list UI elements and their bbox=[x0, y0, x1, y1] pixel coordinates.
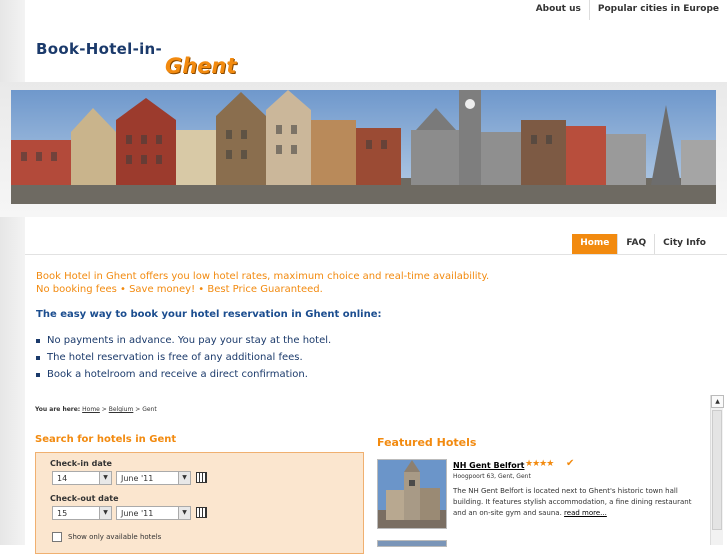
checkout-month-select[interactable]: June '11 ▼ bbox=[116, 506, 191, 520]
checkin-label: Check-in date bbox=[50, 459, 112, 468]
list-item: The hotel reservation is free of any add… bbox=[36, 349, 331, 366]
list-item: Book a hotelroom and receive a direct co… bbox=[36, 366, 331, 383]
scrollbar-thumb[interactable] bbox=[712, 410, 722, 530]
ghent-banner-image bbox=[11, 90, 716, 204]
breadcrumb-prefix: You are here: bbox=[35, 406, 81, 413]
breadcrumb: You are here: Home > Belgium > Gent bbox=[35, 406, 157, 413]
chevron-down-icon: ▼ bbox=[178, 507, 190, 519]
scrollbar[interactable]: ▲ bbox=[710, 395, 724, 545]
list-item-text: The hotel reservation is free of any add… bbox=[47, 352, 303, 363]
checkout-day-select[interactable]: 15 ▼ bbox=[52, 506, 112, 520]
scroll-up-icon[interactable]: ▲ bbox=[711, 395, 724, 408]
about-us-link[interactable]: About us bbox=[528, 0, 589, 20]
nav-home[interactable]: Home bbox=[572, 234, 618, 254]
site-logo[interactable]: Book-Hotel-in- bbox=[36, 40, 162, 58]
breadcrumb-belgium[interactable]: Belgium bbox=[109, 406, 134, 413]
checkin-month-select[interactable]: June '11 ▼ bbox=[116, 471, 191, 485]
bullet-icon bbox=[36, 338, 40, 343]
available-only-label: Show only available hotels bbox=[68, 533, 162, 541]
chevron-down-icon: ▼ bbox=[99, 472, 111, 484]
available-only-checkbox[interactable]: Show only available hotels bbox=[52, 532, 161, 542]
section-headline: The easy way to book your hotel reservat… bbox=[36, 309, 382, 320]
chevron-down-icon: ▼ bbox=[178, 472, 190, 484]
featured-hotels-title: Featured Hotels bbox=[377, 436, 477, 449]
list-item-text: Book a hotelroom and receive a direct co… bbox=[47, 369, 308, 380]
hotel-thumbnail[interactable] bbox=[377, 540, 447, 547]
search-title: Search for hotels in Gent bbox=[35, 434, 177, 445]
breadcrumb-separator: > bbox=[135, 406, 141, 413]
checkout-month-value: June '11 bbox=[121, 509, 154, 518]
list-item-text: No payments in advance. You pay your sta… bbox=[47, 335, 332, 346]
bullet-icon bbox=[36, 355, 40, 360]
intro-text: Book Hotel in Ghent offers you low hotel… bbox=[36, 270, 489, 296]
breadcrumb-separator: > bbox=[101, 406, 107, 413]
featured-hotel-card-partial bbox=[377, 540, 707, 550]
checkbox-box[interactable] bbox=[52, 532, 62, 542]
bullet-icon bbox=[36, 372, 40, 377]
checkout-day-value: 15 bbox=[57, 509, 68, 518]
checkin-day-select[interactable]: 14 ▼ bbox=[52, 471, 112, 485]
hotel-star-rating: ★★★★ bbox=[525, 459, 554, 469]
intro-line-1: Book Hotel in Ghent offers you low hotel… bbox=[36, 271, 490, 282]
hotel-address: Hoogpoort 63, Gent, Gent bbox=[453, 473, 531, 480]
checkout-label: Check-out date bbox=[50, 494, 119, 503]
breadcrumb-current: Gent bbox=[142, 406, 157, 413]
chevron-down-icon: ▼ bbox=[99, 507, 111, 519]
benefits-list: No payments in advance. You pay your sta… bbox=[36, 332, 331, 383]
list-item: No payments in advance. You pay your sta… bbox=[36, 332, 331, 349]
calendar-icon[interactable] bbox=[196, 507, 207, 518]
hotel-description: The NH Gent Belfort is located next to G… bbox=[453, 486, 693, 519]
nav-divider bbox=[25, 254, 727, 255]
top-navigation: About us Popular cities in Europe bbox=[528, 0, 727, 20]
calendar-icon[interactable] bbox=[196, 472, 207, 483]
main-navigation: Home FAQ City Info bbox=[572, 234, 714, 254]
hotel-thumbnail[interactable] bbox=[377, 459, 447, 529]
hotel-name-link[interactable]: NH Gent Belfort bbox=[453, 461, 524, 470]
nav-city-info[interactable]: City Info bbox=[654, 234, 714, 254]
intro-line-2: No booking fees • Save money! • Best Pri… bbox=[36, 284, 323, 295]
search-form: Check-in date 14 ▼ June '11 ▼ Check-out … bbox=[35, 452, 364, 554]
breadcrumb-home[interactable]: Home bbox=[82, 406, 100, 413]
nav-faq[interactable]: FAQ bbox=[617, 234, 654, 254]
checkin-day-value: 14 bbox=[57, 474, 68, 483]
site-logo-city[interactable]: Ghent bbox=[165, 54, 236, 78]
popular-cities-link[interactable]: Popular cities in Europe bbox=[588, 0, 727, 20]
checkin-month-value: June '11 bbox=[121, 474, 154, 483]
read-more-link[interactable]: read more... bbox=[564, 509, 607, 517]
checkmark-icon: ✔ bbox=[566, 458, 575, 469]
